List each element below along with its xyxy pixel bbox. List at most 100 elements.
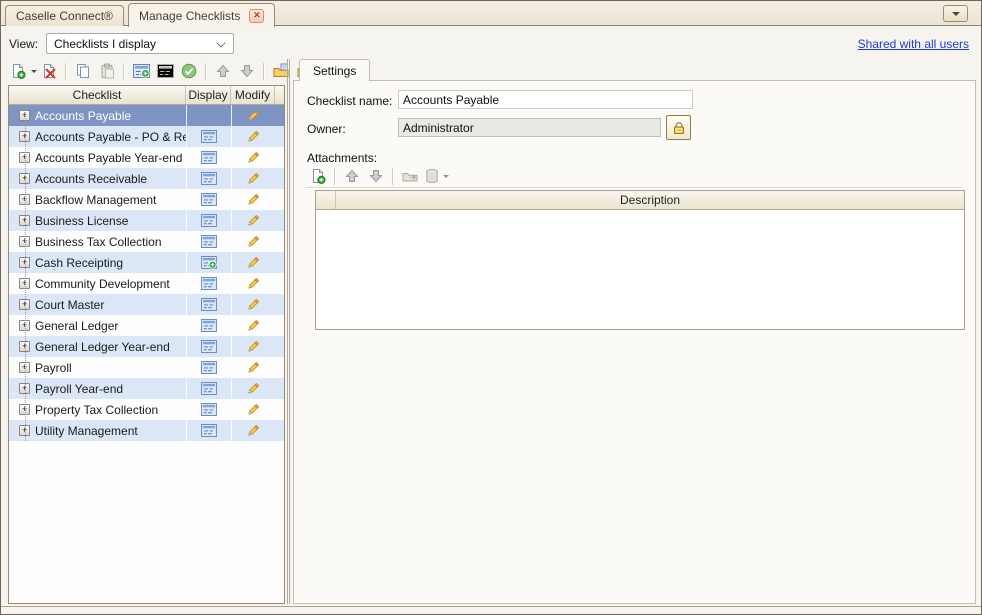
display-cell[interactable] bbox=[186, 147, 231, 168]
form-gray-icon bbox=[157, 64, 174, 78]
modify-pencil-icon[interactable] bbox=[231, 105, 275, 126]
mark-complete-button[interactable] bbox=[177, 60, 201, 82]
attachment-storage-button[interactable] bbox=[422, 165, 442, 187]
add-display-button[interactable] bbox=[129, 60, 153, 82]
modify-pencil-icon[interactable] bbox=[231, 399, 275, 420]
modify-pencil-icon[interactable] bbox=[231, 273, 275, 294]
modify-pencil-icon[interactable] bbox=[231, 189, 275, 210]
checklist-row[interactable]: General Ledger bbox=[9, 315, 284, 336]
storage-dropdown-icon[interactable] bbox=[443, 175, 449, 178]
checklist-name-input[interactable] bbox=[398, 90, 693, 109]
checklist-row[interactable]: Accounts Payable Year-end bbox=[9, 147, 284, 168]
export-attachment-button[interactable] bbox=[398, 165, 422, 187]
new-attachment-button[interactable] bbox=[306, 165, 330, 187]
row-filler bbox=[275, 147, 284, 168]
tree-cell bbox=[9, 152, 31, 163]
checklist-name-cell: Payroll Year-end bbox=[31, 382, 186, 396]
checklist-panel: Checklist Display Modify Accounts Payabl… bbox=[8, 85, 285, 604]
display-cell[interactable] bbox=[186, 336, 231, 357]
tab-list-dropdown-button[interactable] bbox=[943, 5, 968, 22]
row-filler bbox=[275, 126, 284, 147]
checklist-row[interactable]: Payroll Year-end bbox=[9, 378, 284, 399]
remove-display-button[interactable] bbox=[153, 60, 177, 82]
attachment-move-down-button[interactable] bbox=[364, 165, 388, 187]
display-cell[interactable] bbox=[186, 315, 231, 336]
column-header-modify[interactable]: Modify bbox=[231, 86, 275, 104]
display-cell[interactable] bbox=[186, 252, 231, 273]
tree-cell bbox=[9, 236, 31, 247]
display-cell[interactable] bbox=[186, 231, 231, 252]
checklist-row[interactable]: Community Development bbox=[9, 273, 284, 294]
delete-checklist-button[interactable] bbox=[37, 60, 61, 82]
checklist-name-cell: General Ledger Year-end bbox=[31, 340, 186, 354]
modify-pencil-icon[interactable] bbox=[231, 378, 275, 399]
modify-pencil-icon[interactable] bbox=[231, 336, 275, 357]
paste-button[interactable] bbox=[95, 60, 119, 82]
checklist-row[interactable]: Business Tax Collection bbox=[9, 231, 284, 252]
attachment-move-up-button[interactable] bbox=[340, 165, 364, 187]
settings-content: Checklist name: Owner: Attachments: bbox=[293, 80, 976, 604]
modify-pencil-icon[interactable] bbox=[231, 252, 275, 273]
checklist-row[interactable]: Accounts Payable bbox=[9, 105, 284, 126]
attachments-table-header: Description bbox=[316, 191, 964, 210]
view-select[interactable]: Checklists I display bbox=[46, 33, 234, 54]
checklist-row[interactable]: Cash Receipting bbox=[9, 252, 284, 273]
display-cell[interactable] bbox=[186, 189, 231, 210]
modify-pencil-icon[interactable] bbox=[231, 231, 275, 252]
checklist-row[interactable]: Utility Management bbox=[9, 420, 284, 441]
tree-cell bbox=[9, 383, 31, 394]
display-cell[interactable] bbox=[186, 294, 231, 315]
checklist-row[interactable]: General Ledger Year-end bbox=[9, 336, 284, 357]
checklist-row[interactable]: Court Master bbox=[9, 294, 284, 315]
tab-manage-checklists[interactable]: Manage Checklists ✕ bbox=[128, 3, 275, 27]
modify-pencil-icon[interactable] bbox=[231, 357, 275, 378]
checklist-table-header: Checklist Display Modify bbox=[9, 86, 284, 105]
shared-with-all-users-link[interactable]: Shared with all users bbox=[858, 37, 969, 51]
checklist-row[interactable]: Business License bbox=[9, 210, 284, 231]
tree-guide-line bbox=[25, 105, 26, 441]
display-cell[interactable] bbox=[186, 399, 231, 420]
change-owner-button[interactable] bbox=[666, 115, 691, 140]
modify-pencil-icon[interactable] bbox=[231, 315, 275, 336]
toolbar-divider bbox=[306, 187, 961, 189]
display-cell[interactable] bbox=[186, 420, 231, 441]
checklist-row[interactable]: Backflow Management bbox=[9, 189, 284, 210]
checklist-name-cell: Business Tax Collection bbox=[31, 235, 186, 249]
column-header-display[interactable]: Display bbox=[186, 86, 231, 104]
checklist-name-cell: Business License bbox=[31, 214, 186, 228]
display-cell[interactable] bbox=[186, 378, 231, 399]
modify-pencil-icon[interactable] bbox=[231, 126, 275, 147]
checklist-row[interactable]: Property Tax Collection bbox=[9, 399, 284, 420]
move-down-button[interactable] bbox=[235, 60, 259, 82]
display-cell[interactable] bbox=[186, 168, 231, 189]
close-tab-icon[interactable]: ✕ bbox=[249, 9, 264, 23]
tab-settings[interactable]: Settings bbox=[299, 59, 370, 81]
row-filler bbox=[275, 315, 284, 336]
copy-button[interactable] bbox=[71, 60, 95, 82]
row-filler bbox=[275, 231, 284, 252]
owner-input[interactable] bbox=[398, 118, 661, 137]
tree-cell bbox=[9, 320, 31, 331]
column-header-description[interactable]: Description bbox=[336, 191, 964, 209]
checklist-row[interactable]: Payroll bbox=[9, 357, 284, 378]
attachments-label: Attachments: bbox=[307, 151, 377, 165]
display-cell[interactable] bbox=[186, 273, 231, 294]
panel-splitter[interactable] bbox=[287, 59, 290, 604]
move-up-button[interactable] bbox=[211, 60, 235, 82]
modify-pencil-icon[interactable] bbox=[231, 294, 275, 315]
toolbar-separator bbox=[123, 63, 125, 80]
display-cell[interactable] bbox=[186, 357, 231, 378]
display-cell[interactable] bbox=[186, 105, 231, 126]
modify-pencil-icon[interactable] bbox=[231, 420, 275, 441]
new-checklist-button[interactable] bbox=[6, 60, 30, 82]
tab-caselle-connect[interactable]: Caselle Connect® bbox=[5, 5, 124, 26]
modify-pencil-icon[interactable] bbox=[231, 147, 275, 168]
modify-pencil-icon[interactable] bbox=[231, 210, 275, 231]
checklist-row[interactable]: Accounts Receivable bbox=[9, 168, 284, 189]
modify-pencil-icon[interactable] bbox=[231, 168, 275, 189]
display-cell[interactable] bbox=[186, 126, 231, 147]
display-cell[interactable] bbox=[186, 210, 231, 231]
checklist-row[interactable]: Accounts Payable - PO & Req bbox=[9, 126, 284, 147]
column-header-checklist[interactable]: Checklist bbox=[9, 86, 186, 104]
form-add-icon bbox=[133, 64, 150, 78]
